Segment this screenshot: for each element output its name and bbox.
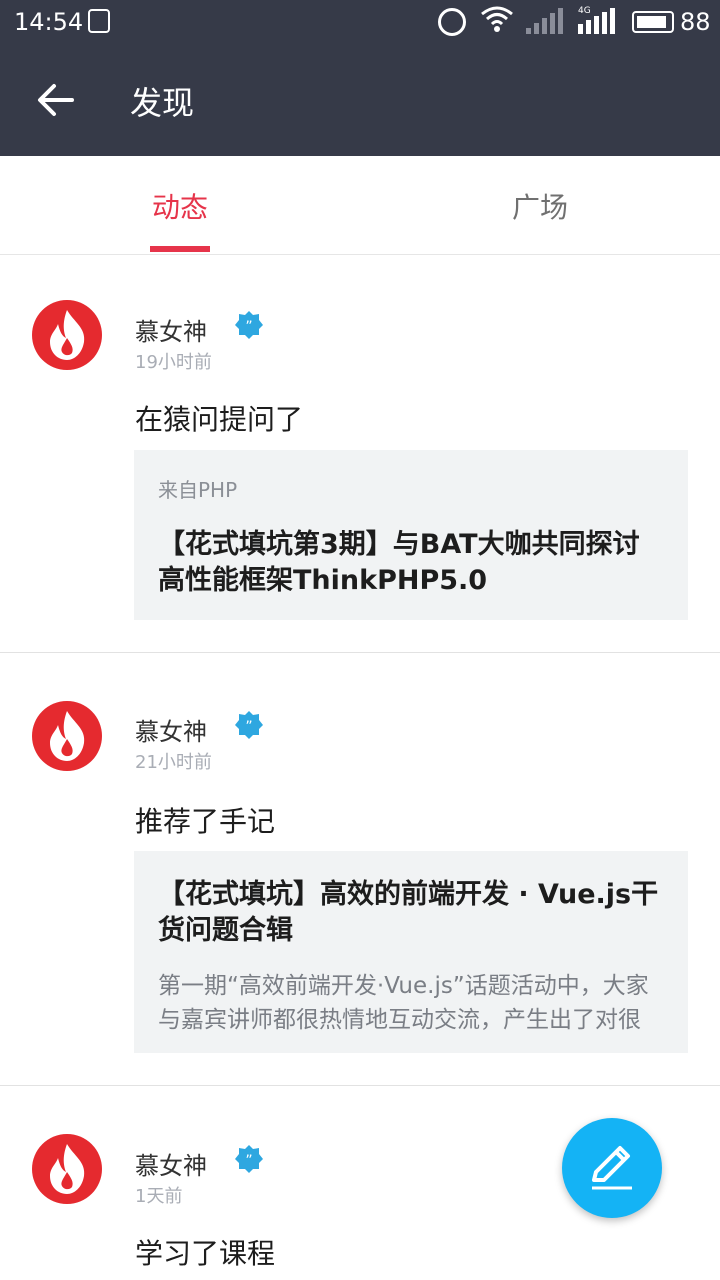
tab-bar: 动态 广场 [0,156,720,255]
divider [0,652,720,653]
verified-badge-icon: ” [235,311,263,339]
activity-text: 在猿问提问了 [135,403,304,436]
svg-text:”: ” [245,319,252,335]
content-card[interactable]: 【花式填坑】高效的前端开发 · Vue.js干货问题合辑 第一期“高效前端开发·… [134,851,688,1053]
user-name[interactable]: 慕女神 [135,312,207,347]
pencil-icon [592,1146,632,1190]
activity-text: 推荐了手记 [135,805,276,838]
flame-icon [50,1144,85,1194]
page-title: 发现 [130,84,195,122]
qq-icon [88,9,110,33]
arrow-left-icon[interactable] [32,78,80,122]
battery-icon [632,11,674,33]
tab-square[interactable]: 广场 [512,186,568,226]
network-type: 4G [578,6,591,16]
alarm-icon [438,8,466,36]
activity-text: 学习了课程 [135,1237,276,1270]
user-name[interactable]: 慕女神 [135,1146,207,1181]
verified-badge-icon: ” [235,1145,263,1173]
battery-level: 88 [680,8,711,36]
flame-icon [50,310,85,360]
app-bar: 发现 [0,44,720,156]
flame-icon [50,711,85,761]
divider [0,1085,720,1086]
content-card[interactable]: 来自PHP 【花式填坑第3期】与BAT大咖共同探讨高性能框架ThinkPHP5.… [134,450,688,620]
tab-activity[interactable]: 动态 [152,186,208,226]
status-time: 14:54 [14,8,84,36]
svg-text:”: ” [245,1153,252,1169]
svg-text:”: ” [245,719,252,735]
wifi-icon [481,6,513,32]
signal-sim1-icon [524,8,564,34]
verified-badge-icon: ” [235,711,263,739]
active-tab-indicator [150,246,210,252]
avatar[interactable] [32,1134,102,1204]
post-time: 1天前 [135,1186,183,1207]
post-time: 19小时前 [135,352,212,373]
status-bar: 14:54 4G 88 [0,0,720,44]
card-description: 第一期“高效前端开发·Vue.js”话题活动中，大家与嘉宾讲师都很热情地互动交流… [158,973,649,1033]
avatar[interactable] [32,300,102,370]
compose-button[interactable] [562,1118,662,1218]
card-title: 【花式填坑第3期】与BAT大咖共同探讨高性能框架ThinkPHP5.0 [158,529,640,596]
signal-sim2-icon: 4G [576,6,616,34]
card-title: 【花式填坑】高效的前端开发 · Vue.js干货问题合辑 [158,879,659,946]
user-name[interactable]: 慕女神 [135,712,207,747]
card-source: 来自PHP [158,478,238,502]
post-time: 21小时前 [135,752,212,773]
avatar[interactable] [32,701,102,771]
